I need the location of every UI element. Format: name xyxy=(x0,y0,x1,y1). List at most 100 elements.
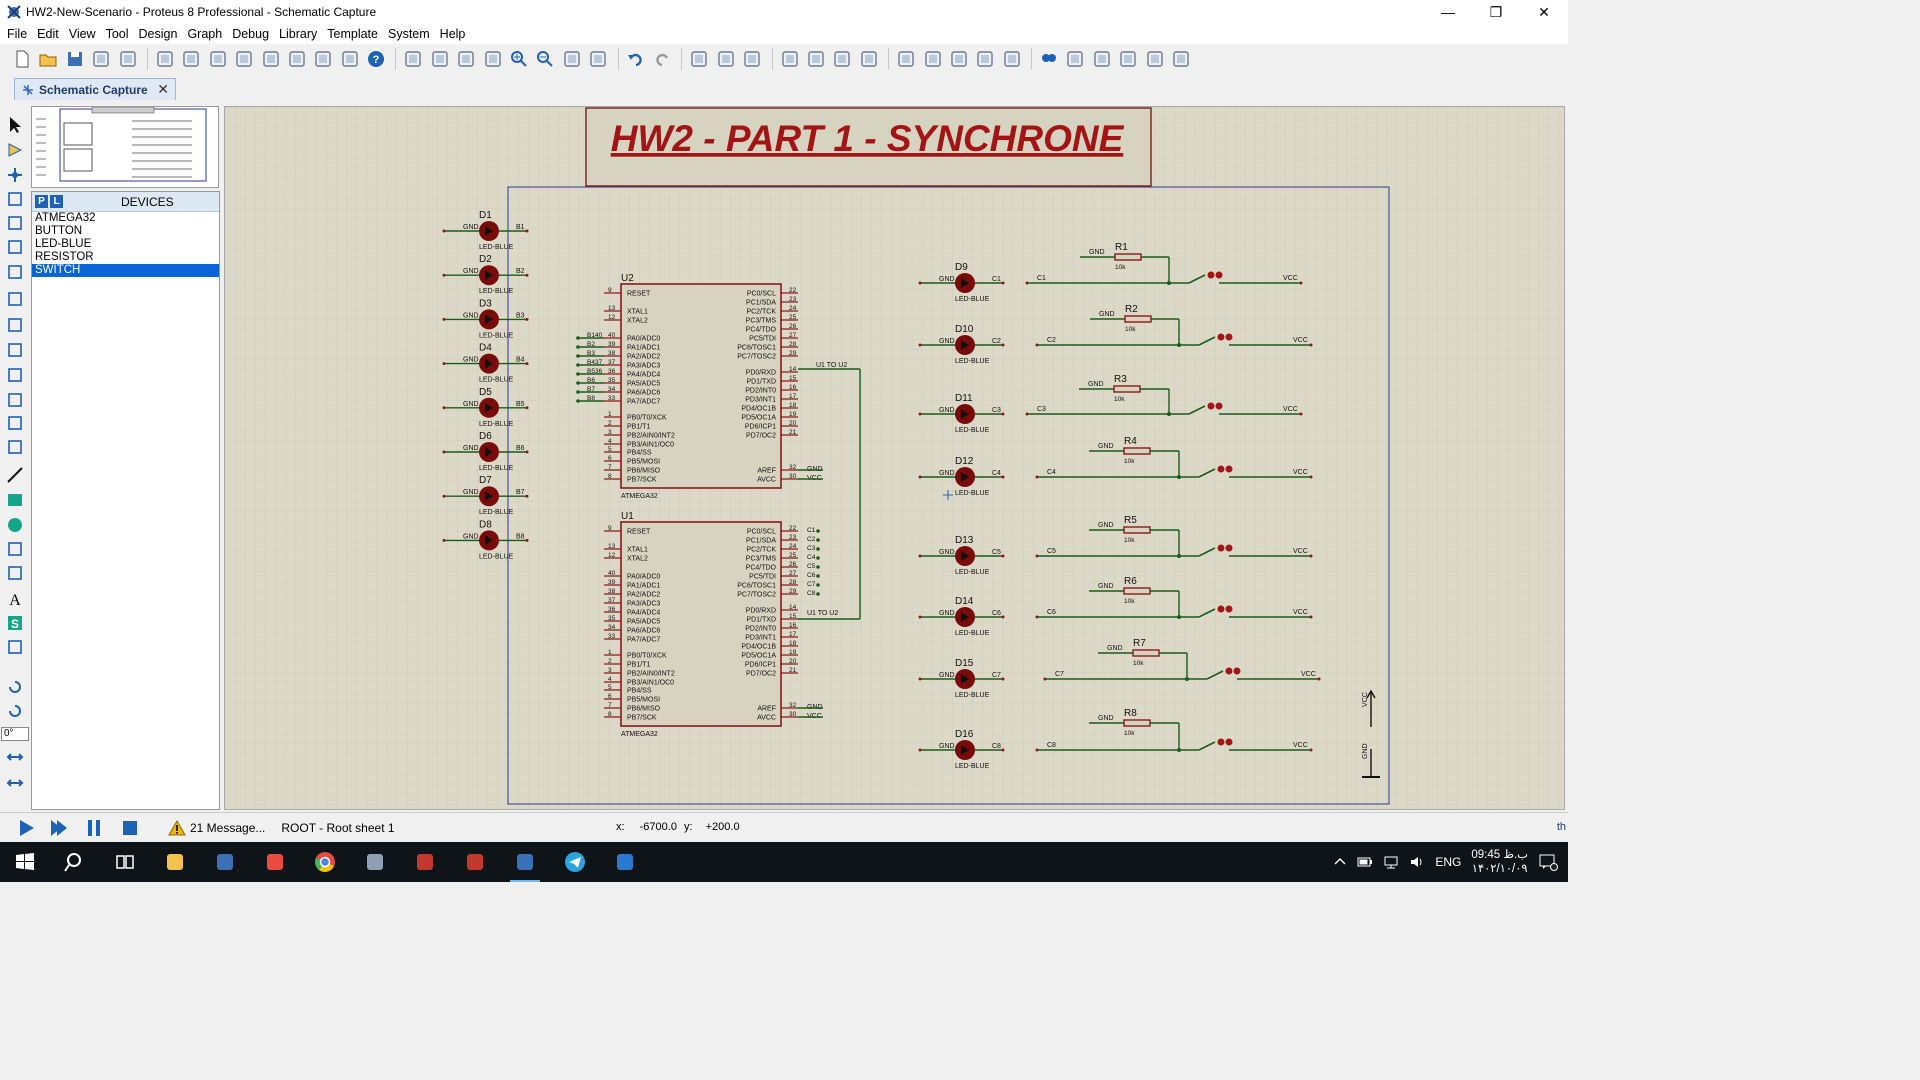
battery-icon[interactable] xyxy=(1357,855,1373,869)
volume-icon[interactable] xyxy=(1409,855,1425,869)
block-rotate-button[interactable] xyxy=(830,47,854,71)
taskbar-chrome[interactable] xyxy=(300,842,350,882)
taskbar-user-app[interactable] xyxy=(350,842,400,882)
home-button[interactable] xyxy=(116,47,140,71)
block-move-button[interactable] xyxy=(804,47,828,71)
tool-bus[interactable] xyxy=(3,236,27,258)
goto-sheet-button[interactable] xyxy=(1143,47,1167,71)
pick-device-button[interactable] xyxy=(894,47,918,71)
taskbar-vscode[interactable] xyxy=(600,842,650,882)
search-button[interactable] xyxy=(1037,47,1061,71)
zoom-all-button[interactable] xyxy=(560,47,584,71)
rotation-angle-field[interactable]: 0° xyxy=(1,727,29,741)
menu-help[interactable]: Help xyxy=(435,27,471,41)
gerber-button[interactable] xyxy=(232,47,256,71)
undo-button[interactable] xyxy=(624,47,648,71)
tool-line[interactable] xyxy=(3,464,27,486)
tool-tape-recorder[interactable] xyxy=(3,364,27,386)
taskbar-fingerprint-app[interactable] xyxy=(250,842,300,882)
tool-voltage-probe[interactable] xyxy=(3,412,27,434)
redo-button[interactable] xyxy=(650,47,674,71)
tool-arc[interactable] xyxy=(3,538,27,560)
taskbar-start[interactable] xyxy=(0,842,50,882)
schematic-drawing[interactable]: HW2 - PART 1 - SYNCHRONE U2 ATMEGA32 RESET 9… xyxy=(225,107,1565,810)
restore-button[interactable]: ❐ xyxy=(1472,0,1520,24)
taskbar-search[interactable] xyxy=(50,842,100,882)
tool-current-probe[interactable] xyxy=(3,436,27,458)
3d-viewer-button[interactable] xyxy=(206,47,230,71)
close-button[interactable]: ✕ xyxy=(1520,0,1568,24)
menu-template[interactable]: Template xyxy=(322,27,383,41)
tab-schematic-capture[interactable]: Schematic Capture ✕ xyxy=(14,78,176,100)
chevron-up-icon[interactable] xyxy=(1333,855,1347,869)
tool-subcircuit[interactable] xyxy=(3,261,27,283)
tool-path[interactable] xyxy=(3,562,27,584)
menu-view[interactable]: View xyxy=(64,27,101,41)
stop-button[interactable] xyxy=(112,813,148,843)
copy-button[interactable] xyxy=(714,47,738,71)
minimize-button[interactable]: — xyxy=(1424,0,1472,24)
help-button[interactable]: ? xyxy=(364,47,388,71)
tool-marker[interactable] xyxy=(3,636,27,658)
pick-devices-button[interactable]: P xyxy=(35,195,48,208)
delete-sheet-button[interactable] xyxy=(1116,47,1140,71)
notes-button[interactable] xyxy=(338,47,362,71)
library-manager-button[interactable]: L xyxy=(50,195,63,208)
tool-flip-horizontal[interactable] xyxy=(3,746,27,768)
block-delete-button[interactable] xyxy=(857,47,881,71)
tool-terminals[interactable] xyxy=(3,288,27,310)
device-item-switch[interactable]: SWITCH xyxy=(32,264,219,277)
bom-button[interactable] xyxy=(259,47,283,71)
tool-graph[interactable] xyxy=(3,339,27,361)
schematic-button[interactable] xyxy=(153,47,177,71)
menu-debug[interactable]: Debug xyxy=(227,27,274,41)
vsm-button[interactable] xyxy=(311,47,335,71)
import-button[interactable] xyxy=(89,47,113,71)
taskbar-acrobat[interactable] xyxy=(400,842,450,882)
tool-generator[interactable] xyxy=(3,389,27,411)
paste-button[interactable] xyxy=(740,47,764,71)
new-file-button[interactable] xyxy=(10,47,34,71)
language-indicator[interactable]: ENG xyxy=(1435,855,1461,869)
play-button[interactable] xyxy=(12,813,40,843)
pcb-button[interactable] xyxy=(179,47,203,71)
open-file-button[interactable] xyxy=(36,47,60,71)
tool-component[interactable] xyxy=(3,139,27,161)
clock[interactable]: 09:45 ب.ظ ۱۴۰۲/۱۰/۰۹ xyxy=(1471,848,1528,876)
menu-file[interactable]: File xyxy=(2,27,32,41)
origin-button[interactable] xyxy=(454,47,478,71)
tool-device-pins[interactable] xyxy=(3,314,27,336)
schematic-editor-canvas[interactable]: HW2 - PART 1 - SYNCHRONE U2 ATMEGA32 RESET 9… xyxy=(224,106,1565,810)
new-sheet-button[interactable] xyxy=(1090,47,1114,71)
tool-rotate-cw[interactable] xyxy=(3,676,27,698)
taskbar-file-explorer[interactable] xyxy=(150,842,200,882)
device-item-button[interactable]: BUTTON xyxy=(32,225,219,238)
menu-design[interactable]: Design xyxy=(134,27,183,41)
zoom-area-button[interactable] xyxy=(586,47,610,71)
tool-selection[interactable] xyxy=(3,114,27,136)
device-item-led-blue[interactable]: LED-BLUE xyxy=(32,238,219,251)
step-button[interactable] xyxy=(40,813,76,843)
property-tool-button[interactable] xyxy=(1063,47,1087,71)
cut-button[interactable] xyxy=(687,47,711,71)
taskbar-proteus[interactable] xyxy=(500,842,550,882)
make-device-button[interactable] xyxy=(921,47,945,71)
pause-button[interactable] xyxy=(76,813,112,843)
pan-button[interactable] xyxy=(481,47,505,71)
zoom-out-button[interactable] xyxy=(533,47,557,71)
tool-text-script[interactable] xyxy=(3,212,27,234)
tool-junction[interactable] xyxy=(3,164,27,186)
close-tab-icon[interactable]: ✕ xyxy=(157,81,169,98)
taskbar-raspberry[interactable] xyxy=(450,842,500,882)
menu-graph[interactable]: Graph xyxy=(182,27,227,41)
taskbar-store[interactable] xyxy=(200,842,250,882)
tool-box[interactable] xyxy=(3,489,27,511)
menu-system[interactable]: System xyxy=(383,27,435,41)
tool-wire-label[interactable] xyxy=(3,188,27,210)
grid-button[interactable] xyxy=(428,47,452,71)
taskbar-task-view[interactable] xyxy=(100,842,150,882)
dollar-button[interactable] xyxy=(285,47,309,71)
zoom-in-button[interactable] xyxy=(507,47,531,71)
menu-library[interactable]: Library xyxy=(274,27,322,41)
tool-text[interactable]: A xyxy=(3,588,27,610)
